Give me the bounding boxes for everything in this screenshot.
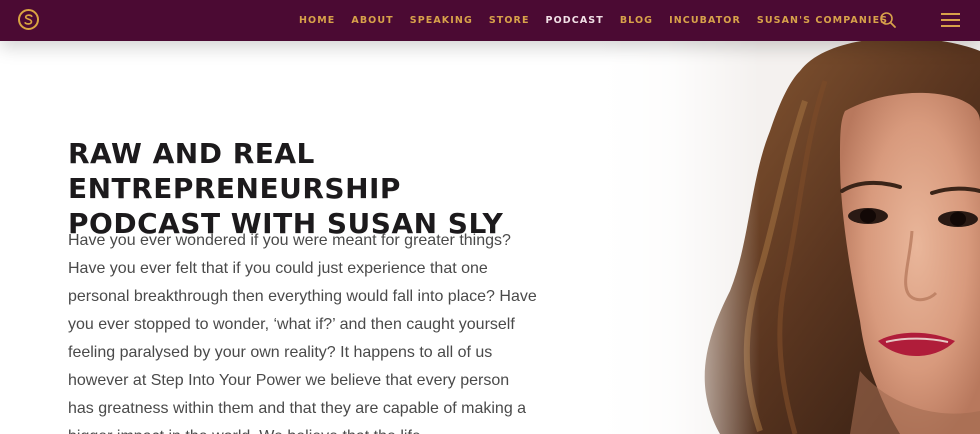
- intro-paragraph: Have you ever wondered if you were meant…: [68, 232, 537, 434]
- menu-toggle-button[interactable]: [941, 13, 960, 27]
- nav-about-link[interactable]: ABOUT: [351, 15, 393, 26]
- nav-susans-companies-link[interactable]: SUSAN'S COMPANIES: [757, 15, 888, 26]
- nav-home-link[interactable]: HOME: [299, 15, 335, 26]
- main-menu: HOME ABOUT SPEAKING STORE PODCAST BLOG I…: [299, 0, 904, 41]
- nav-blog-link[interactable]: BLOG: [620, 15, 653, 26]
- nav-incubator-link[interactable]: INCUBATOR: [669, 15, 741, 26]
- nav-store-link[interactable]: STORE: [489, 15, 530, 26]
- search-button[interactable]: [879, 11, 897, 29]
- hamburger-menu-icon: [941, 13, 960, 27]
- top-navigation-bar: HOME ABOUT SPEAKING STORE PODCAST BLOG I…: [0, 0, 980, 41]
- search-icon: [880, 12, 896, 28]
- hero-portrait-image: [600, 41, 980, 434]
- nav-speaking-link[interactable]: SPEAKING: [410, 15, 473, 26]
- nav-podcast-link[interactable]: PODCAST: [546, 15, 604, 26]
- circle-s-logo-icon: [24, 14, 33, 25]
- site-logo[interactable]: [18, 9, 39, 30]
- page-title-line-1: RAW AND REAL ENTREPRENEURSHIP: [68, 137, 401, 205]
- page-title: RAW AND REAL ENTREPRENEURSHIP PODCAST WI…: [68, 136, 608, 241]
